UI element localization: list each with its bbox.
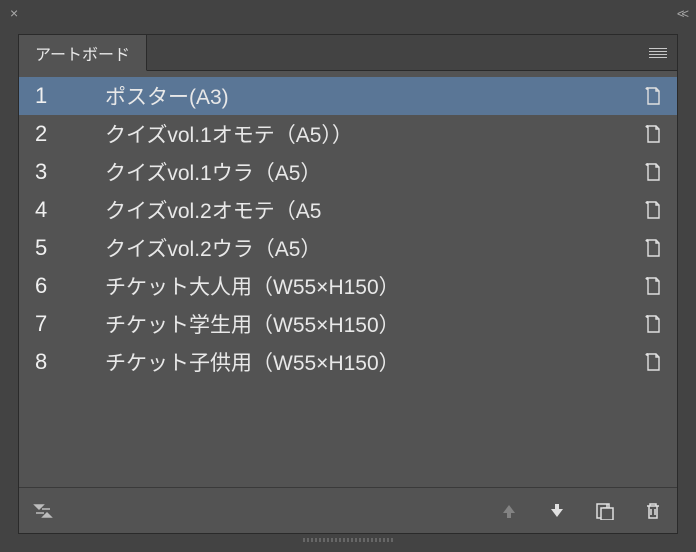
artboard-number: 8 bbox=[19, 349, 105, 375]
artboard-row[interactable]: 5クイズvol.2ウラ（A5） bbox=[19, 229, 677, 267]
orientation-icon[interactable] bbox=[629, 352, 677, 372]
tab-artboards[interactable]: アートボード bbox=[19, 35, 147, 71]
tab-label: アートボード bbox=[35, 41, 130, 65]
artboard-name[interactable]: チケット子供用（W55×H150） bbox=[105, 347, 629, 377]
move-up-button[interactable] bbox=[495, 497, 523, 525]
resize-grip[interactable] bbox=[18, 536, 678, 544]
artboard-name[interactable]: クイズvol.2オモテ（A5 bbox=[105, 195, 629, 225]
tab-bar: アートボード bbox=[19, 35, 677, 71]
orientation-icon[interactable] bbox=[629, 162, 677, 182]
artboard-name[interactable]: クイズvol.2ウラ（A5） bbox=[105, 233, 629, 263]
move-down-button[interactable] bbox=[543, 497, 571, 525]
close-icon[interactable]: × bbox=[10, 5, 18, 21]
artboard-row[interactable]: 2クイズvol.1オモテ（A5）） bbox=[19, 115, 677, 153]
orientation-icon[interactable] bbox=[629, 86, 677, 106]
artboard-number: 1 bbox=[19, 83, 105, 109]
artboard-name[interactable]: クイズvol.1オモテ（A5）） bbox=[105, 119, 629, 149]
delete-button[interactable] bbox=[639, 497, 667, 525]
artboard-name[interactable]: ポスター(A3) bbox=[105, 81, 629, 111]
artboard-list: 1ポスター(A3)2クイズvol.1オモテ（A5））3クイズvol.1ウラ（A5… bbox=[19, 71, 677, 487]
titlebar: × << bbox=[0, 0, 696, 26]
artboard-row[interactable]: 7チケット学生用（W55×H150） bbox=[19, 305, 677, 343]
new-artboard-button[interactable] bbox=[591, 497, 619, 525]
artboard-name[interactable]: チケット学生用（W55×H150） bbox=[105, 309, 629, 339]
artboard-number: 2 bbox=[19, 121, 105, 147]
orientation-icon[interactable] bbox=[629, 238, 677, 258]
orientation-icon[interactable] bbox=[629, 276, 677, 296]
orientation-icon[interactable] bbox=[629, 124, 677, 144]
panel-menu-icon[interactable] bbox=[649, 48, 667, 58]
artboard-row[interactable]: 3クイズvol.1ウラ（A5） bbox=[19, 153, 677, 191]
artboard-row[interactable]: 8チケット子供用（W55×H150） bbox=[19, 343, 677, 381]
rearrange-icon[interactable] bbox=[29, 497, 57, 525]
orientation-icon[interactable] bbox=[629, 200, 677, 220]
artboard-row[interactable]: 4クイズvol.2オモテ（A5 bbox=[19, 191, 677, 229]
artboard-number: 3 bbox=[19, 159, 105, 185]
artboard-number: 4 bbox=[19, 197, 105, 223]
artboard-row[interactable]: 6チケット大人用（W55×H150） bbox=[19, 267, 677, 305]
collapse-icon[interactable]: << bbox=[677, 6, 686, 21]
artboard-number: 6 bbox=[19, 273, 105, 299]
artboard-number: 5 bbox=[19, 235, 105, 261]
artboard-number: 7 bbox=[19, 311, 105, 337]
artboard-name[interactable]: クイズvol.1ウラ（A5） bbox=[105, 157, 629, 187]
orientation-icon[interactable] bbox=[629, 314, 677, 334]
artboards-panel: アートボード 1ポスター(A3)2クイズvol.1オモテ（A5））3クイズvol… bbox=[18, 34, 678, 534]
artboard-row[interactable]: 1ポスター(A3) bbox=[19, 77, 677, 115]
panel-footer bbox=[19, 487, 677, 533]
artboard-name[interactable]: チケット大人用（W55×H150） bbox=[105, 271, 629, 301]
